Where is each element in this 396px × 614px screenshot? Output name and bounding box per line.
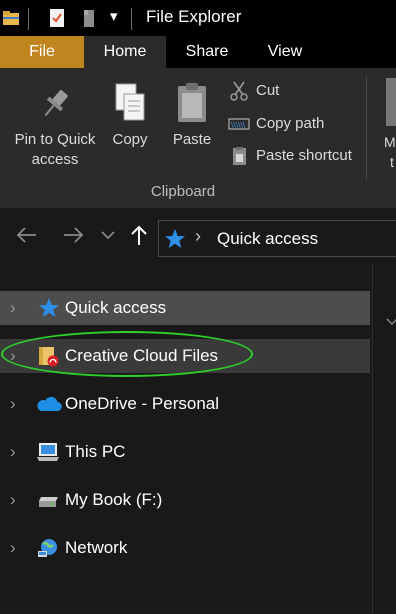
back-arrow-icon[interactable]	[16, 226, 38, 244]
pin-label-line2: access	[31, 151, 79, 168]
customize-dropdown-icon[interactable]: ▾	[110, 7, 118, 25]
column-chevron-icon[interactable]	[386, 318, 396, 326]
paste-button[interactable]: Paste	[166, 82, 218, 150]
paste-shortcut-icon	[233, 147, 246, 165]
nav-item-label: Quick access	[65, 298, 167, 317]
nav-item-label: Network	[65, 538, 128, 557]
nav-item-creative-cloud-files[interactable]: › Creative Cloud Files	[0, 339, 370, 373]
cut-label: Cut	[256, 82, 280, 99]
expand-chevron-icon[interactable]: ›	[10, 490, 16, 510]
this-pc-icon	[37, 443, 59, 461]
folder-icon[interactable]	[2, 8, 20, 28]
copy-path-icon: \\\\\\	[228, 118, 250, 130]
network-icon	[38, 539, 57, 557]
paste-shortcut-label: Paste shortcut	[256, 147, 352, 164]
paste-label: Paste	[172, 131, 212, 148]
next-command-label-line1: M	[384, 134, 396, 150]
forward-arrow-icon[interactable]	[62, 226, 84, 244]
navigation-bar: › Quick access	[0, 208, 396, 264]
nav-item-network[interactable]: › Network	[0, 531, 370, 565]
breadcrumb-chevron-icon[interactable]: ›	[195, 226, 201, 247]
svg-text:\\\\\\: \\\\\\	[231, 121, 246, 129]
new-folder-icon[interactable]	[80, 8, 98, 28]
tab-file[interactable]: File	[0, 36, 84, 68]
nav-item-label: My Book (F:)	[65, 490, 163, 509]
move-to-icon[interactable]	[386, 78, 396, 126]
copy-label: Copy	[112, 131, 148, 148]
recent-locations-chevron-icon[interactable]	[101, 230, 115, 240]
nav-item-my-book-drive[interactable]: › My Book (F:)	[0, 483, 370, 517]
clipboard-group-label: Clipboard	[150, 183, 216, 200]
drive-icon	[39, 497, 58, 507]
toolbar-separator	[28, 8, 29, 30]
window-title: File Explorer	[146, 7, 242, 26]
paste-clipboard-icon	[178, 83, 206, 122]
pin-icon	[44, 90, 68, 117]
nav-item-this-pc[interactable]: › This PC	[0, 435, 370, 469]
toolbar-separator	[131, 8, 132, 30]
pin-label-line1: Pin to Quick	[14, 131, 96, 148]
nav-item-label: Creative Cloud Files	[65, 346, 219, 365]
tab-view[interactable]: View	[248, 36, 322, 68]
properties-icon[interactable]	[48, 8, 66, 28]
copy-button[interactable]: Copy	[106, 82, 154, 150]
onedrive-cloud-icon	[37, 396, 62, 412]
nav-item-label: This PC	[65, 442, 126, 461]
tab-home[interactable]: Home	[84, 36, 166, 68]
ribbon-tabs: File Home Share View	[0, 36, 396, 68]
breadcrumb-quick-access[interactable]: Quick access	[217, 229, 318, 249]
ribbon-divider	[366, 76, 367, 180]
expand-chevron-icon[interactable]: ›	[10, 538, 16, 558]
nav-item-onedrive-personal[interactable]: › OneDrive - Personal	[0, 387, 370, 421]
star-icon	[165, 229, 185, 248]
ribbon-home: Pin to Quick access Copy Paste Cut \\\\\…	[0, 68, 396, 208]
creative-cloud-folder-icon	[39, 347, 59, 367]
pin-to-quick-access-button[interactable]: Pin to Quick access	[8, 86, 102, 170]
expand-chevron-icon[interactable]: ›	[10, 442, 16, 462]
expand-chevron-icon[interactable]: ›	[10, 298, 16, 318]
next-command-label-line2: t	[390, 154, 394, 170]
nav-item-label: OneDrive - Personal	[65, 394, 220, 413]
scissors-icon	[230, 81, 248, 101]
up-arrow-icon[interactable]	[129, 224, 149, 246]
expand-chevron-icon[interactable]: ›	[10, 394, 16, 414]
copy-path-label: Copy path	[256, 115, 325, 132]
content-pane	[373, 264, 396, 614]
address-bar[interactable]: › Quick access	[158, 220, 396, 257]
title-bar: ▾ File Explorer	[0, 0, 396, 36]
nav-item-quick-access[interactable]: › Quick access	[0, 291, 370, 325]
navigation-pane: › Quick access › Creative Cloud Files › …	[0, 264, 372, 614]
copy-icon	[115, 83, 145, 121]
star-icon	[39, 298, 59, 317]
tab-share[interactable]: Share	[166, 36, 248, 68]
expand-chevron-icon[interactable]: ›	[10, 346, 16, 366]
